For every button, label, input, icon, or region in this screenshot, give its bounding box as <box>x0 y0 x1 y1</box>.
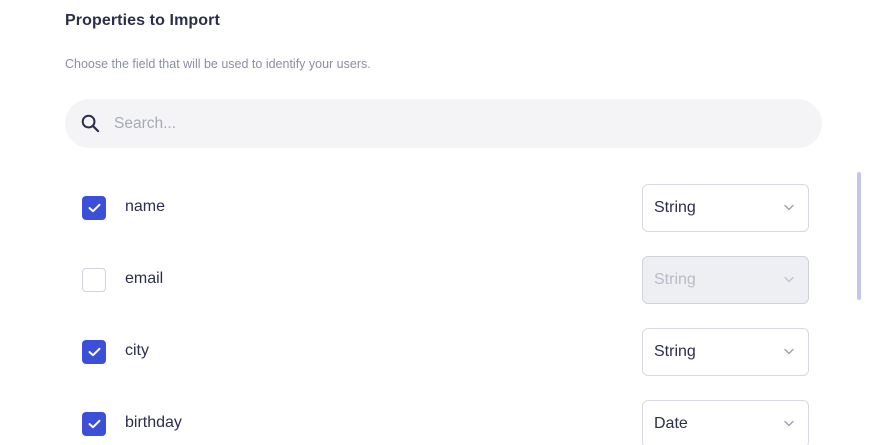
property-label: email <box>125 270 164 287</box>
type-select-city[interactable]: String <box>642 328 809 376</box>
properties-to-import-panel: Properties to Import Choose the field th… <box>0 0 896 445</box>
property-checkbox-birthday[interactable] <box>82 412 106 436</box>
list-scrollbar[interactable] <box>857 172 861 300</box>
property-row-name: name String <box>82 184 810 234</box>
type-select-birthday[interactable]: Date <box>642 400 809 445</box>
type-select-name[interactable]: String <box>642 184 809 232</box>
type-select-value: String <box>654 199 696 216</box>
type-select-email: String <box>642 256 809 304</box>
property-checkbox-city[interactable] <box>82 340 106 364</box>
property-row-city: city String <box>82 328 810 378</box>
check-icon <box>88 347 100 357</box>
check-icon <box>88 419 100 429</box>
chevron-down-icon <box>784 420 794 427</box>
type-select-value: Date <box>654 415 688 432</box>
property-label: name <box>125 198 166 215</box>
property-row-email: email String <box>82 256 810 306</box>
property-checkbox-name[interactable] <box>82 196 106 220</box>
property-list: name String email String city String bir… <box>0 0 896 445</box>
property-label: birthday <box>125 414 182 431</box>
check-icon <box>88 203 100 213</box>
property-row-birthday: birthday Date <box>82 400 810 445</box>
chevron-down-icon <box>784 348 794 355</box>
type-select-value: String <box>654 343 696 360</box>
type-select-value: String <box>654 271 696 288</box>
chevron-down-icon <box>784 204 794 211</box>
chevron-down-icon <box>784 276 794 283</box>
property-checkbox-email[interactable] <box>82 268 106 292</box>
property-label: city <box>125 342 149 359</box>
